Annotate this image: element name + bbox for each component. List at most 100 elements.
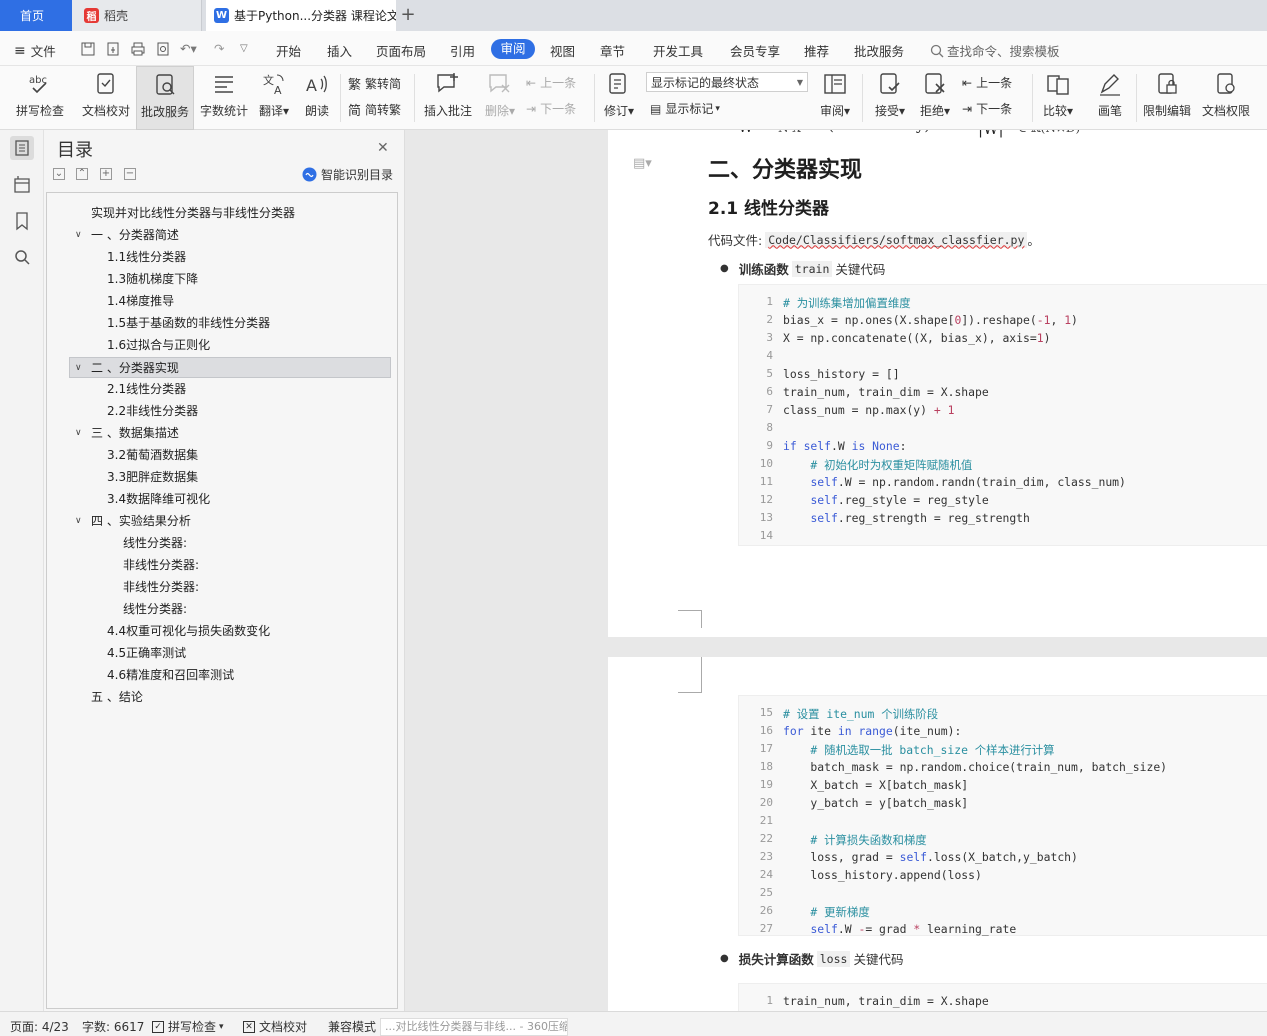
show-markup-button[interactable]: ▤ 显示标记 ▾: [650, 100, 720, 117]
undo-icon[interactable]: ↶▾: [180, 41, 197, 56]
toc-item[interactable]: 实现并对比线性分类器与非线性分类器: [69, 203, 391, 224]
markup-state-select[interactable]: 显示标记的最终状态 ▼: [646, 72, 808, 92]
tab-daoke[interactable]: 稻 稻壳: [72, 0, 202, 31]
bookmark-panel-button[interactable]: [10, 209, 34, 233]
tab-document[interactable]: W 基于Python...分类器 课程论文: [206, 0, 396, 31]
ink-pen-button[interactable]: 画笔: [1088, 66, 1132, 130]
menu-review[interactable]: 审阅: [491, 39, 535, 59]
toc-expand-icon[interactable]: ⌃: [76, 168, 88, 180]
delete-comment-button[interactable]: 删除▾: [478, 66, 522, 130]
print-icon[interactable]: [130, 41, 146, 57]
file-menu-label: 文件: [30, 44, 56, 59]
smart-toc-button[interactable]: 智能识别目录: [302, 166, 393, 183]
read-aloud-button[interactable]: A 朗读: [298, 66, 336, 130]
word-count-label: 字数统计: [199, 104, 248, 118]
word-count-button[interactable]: 字数统计: [196, 66, 252, 130]
chevron-down-icon[interactable]: ∨: [75, 358, 85, 379]
toc-item[interactable]: 1.1线性分类器: [69, 247, 391, 268]
menu-start[interactable]: 开始: [276, 41, 301, 60]
taskbar-window-title[interactable]: ...对比线性分类器与非线... - 360压缩: [380, 1018, 568, 1036]
document-proofread-button[interactable]: 文档校对: [78, 66, 134, 130]
quick-access-dropdown-icon[interactable]: ▽: [240, 43, 248, 54]
next-comment-button[interactable]: ⇥ 下一条: [526, 100, 576, 117]
toc-item[interactable]: 2.2非线性分类器: [69, 401, 391, 422]
toc-item[interactable]: 4.5正确率测试: [69, 643, 391, 664]
toc-item[interactable]: 1.4梯度推导: [69, 291, 391, 312]
tab-home[interactable]: 首页: [0, 0, 72, 31]
toc-item[interactable]: 线性分类器:: [69, 599, 391, 620]
toc-item[interactable]: 3.4数据降维可视化: [69, 489, 391, 510]
chapter-nav-button[interactable]: [10, 173, 34, 197]
toc-item[interactable]: 4.6精准度和召回率测试: [69, 665, 391, 686]
toc-item[interactable]: 3.2葡萄酒数据集: [69, 445, 391, 466]
print-preview-icon[interactable]: [155, 41, 171, 57]
menu-insert[interactable]: 插入: [327, 41, 352, 60]
toc-item[interactable]: 五 、结论: [69, 687, 391, 708]
delete-comment-icon: [489, 74, 510, 93]
next-change-button[interactable]: ⇥ 下一条: [962, 100, 1012, 117]
toc-item[interactable]: ∨ 三 、数据集描述: [69, 423, 391, 444]
toc-item[interactable]: 3.3肥胖症数据集: [69, 467, 391, 488]
toc-add-icon[interactable]: +: [100, 168, 112, 180]
menu-correction[interactable]: 批改服务: [854, 41, 904, 60]
toc-item[interactable]: ∨ 一 、分类器简述: [69, 225, 391, 246]
proofread-toggle[interactable]: ✕ 文档校对: [243, 1018, 307, 1035]
chevron-down-icon[interactable]: ∨: [75, 423, 85, 444]
toc-item[interactable]: 1.5基于基函数的非线性分类器: [69, 313, 391, 334]
toc-item[interactable]: ∨ 四 、实验结果分析: [69, 511, 391, 532]
reject-change-button[interactable]: 拒绝▾: [914, 66, 956, 130]
menu-member[interactable]: 会员专享: [730, 41, 780, 60]
save-icon[interactable]: [80, 41, 96, 57]
command-search-placeholder: 查找命令、搜索模板: [947, 44, 1060, 59]
toc-collapse-icon[interactable]: ⌄: [53, 168, 65, 180]
toc-item[interactable]: 非线性分类器:: [69, 555, 391, 576]
traditional-to-simplified-button[interactable]: 繁繁转简: [348, 74, 401, 93]
toc-item[interactable]: 线性分类器:: [69, 533, 391, 554]
paragraph-options-icon[interactable]: ▤▾: [633, 156, 652, 171]
ribbon-separator: [862, 74, 863, 122]
menu-section[interactable]: 章节: [600, 41, 625, 60]
toc-remove-icon[interactable]: −: [124, 168, 136, 180]
toc-item[interactable]: 非线性分类器:: [69, 577, 391, 598]
restrict-editing-button[interactable]: 限制编辑: [1140, 66, 1194, 130]
file-menu[interactable]: ≡ 文件: [14, 41, 56, 60]
insert-comment-button[interactable]: 插入批注: [420, 66, 476, 130]
code-line: loss, grad = self.loss(X_batch,y_batch): [783, 850, 1078, 864]
menu-view[interactable]: 视图: [550, 41, 575, 60]
menu-references[interactable]: 引用: [450, 41, 475, 60]
toc-item[interactable]: 2.1线性分类器: [69, 379, 391, 400]
spell-check-button[interactable]: abc 拼写检查: [6, 66, 74, 130]
menu-recommend[interactable]: 推荐: [804, 41, 829, 60]
word-count-indicator[interactable]: 字数: 6617: [82, 1018, 144, 1035]
page-indicator[interactable]: 页面: 4/23: [10, 1018, 69, 1035]
find-panel-button[interactable]: [10, 245, 34, 269]
new-tab-button[interactable]: +: [398, 5, 418, 25]
command-search[interactable]: 查找命令、搜索模板: [930, 41, 1060, 60]
chevron-down-icon[interactable]: ∨: [75, 225, 85, 246]
toc-panel-button[interactable]: [10, 136, 34, 160]
menu-page-layout[interactable]: 页面布局: [376, 41, 426, 60]
track-changes-button[interactable]: 修订▾: [598, 66, 640, 130]
previous-change-button[interactable]: ⇤ 上一条: [962, 74, 1012, 91]
review-pane-button[interactable]: 审阅▾: [814, 66, 856, 130]
simplified-to-traditional-button[interactable]: 简简转繁: [348, 100, 401, 119]
bullet-icon: ●: [720, 953, 729, 964]
document-permission-button[interactable]: 文档权限: [1198, 66, 1254, 130]
document-canvas[interactable]: W N X (softmax − y) + λ |W| ∈ ℝ(N×D) 二、分…: [405, 130, 1267, 1011]
redo-icon[interactable]: ↷: [214, 41, 224, 56]
correction-service-button[interactable]: 批改服务: [136, 66, 194, 130]
toc-item[interactable]: 4.4权重可视化与损失函数变化: [69, 621, 391, 642]
toc-item[interactable]: 1.6过拟合与正则化: [69, 335, 391, 356]
bullet-tail-text: 关键代码: [853, 952, 904, 967]
close-icon[interactable]: ✕: [377, 140, 389, 156]
compare-button[interactable]: 比较▾: [1036, 66, 1080, 130]
toc-item[interactable]: 1.3随机梯度下降: [69, 269, 391, 290]
previous-comment-button[interactable]: ⇤ 上一条: [526, 74, 576, 91]
chevron-down-icon[interactable]: ∨: [75, 511, 85, 532]
spell-check-toggle[interactable]: ✓ 拼写检查 ▾: [152, 1018, 224, 1035]
toc-item[interactable]: ∨ 二 、分类器实现: [69, 357, 391, 378]
translate-button[interactable]: 文A 翻译▾: [254, 66, 294, 130]
accept-change-button[interactable]: 接受▾: [868, 66, 912, 130]
export-pdf-icon[interactable]: [105, 41, 121, 57]
menu-developer[interactable]: 开发工具: [653, 41, 703, 60]
